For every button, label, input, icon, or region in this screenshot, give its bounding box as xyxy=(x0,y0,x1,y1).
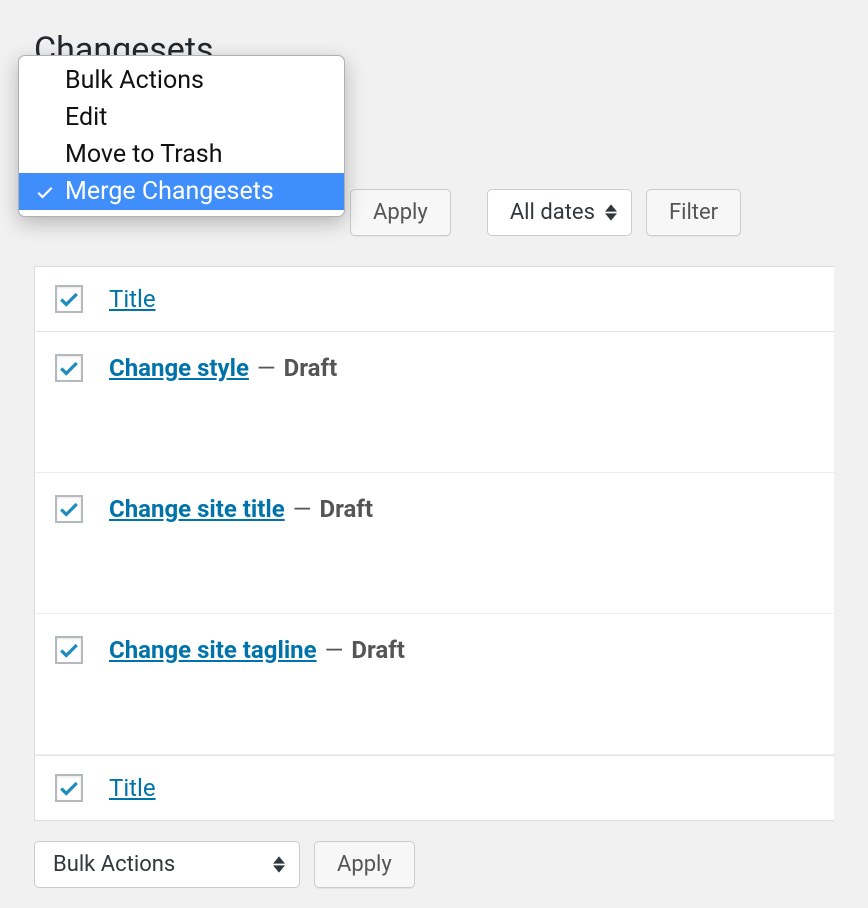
row-status: Draft xyxy=(351,636,405,664)
row-checkbox[interactable] xyxy=(55,354,83,382)
dropdown-option-label: Move to Trash xyxy=(65,140,222,169)
table-row: Change site title — Draft xyxy=(35,473,834,614)
row-status: Draft xyxy=(284,354,338,382)
row-separator: — xyxy=(257,354,276,382)
changeset-table: Title Change style — Draft Change site t… xyxy=(34,266,834,821)
table-row: Change site tagline — Draft xyxy=(35,614,834,755)
check-icon xyxy=(33,182,57,202)
select-all-checkbox-footer[interactable] xyxy=(55,774,83,802)
date-filter-label: All dates xyxy=(510,200,595,225)
dropdown-option-bulk-actions[interactable]: Bulk Actions xyxy=(19,62,344,99)
select-all-checkbox[interactable] xyxy=(55,285,83,313)
filter-button[interactable]: Filter xyxy=(646,189,741,236)
updown-icon xyxy=(273,856,285,873)
dropdown-option-label: Merge Changesets xyxy=(65,177,274,206)
table-header-row: Title xyxy=(35,267,834,332)
dropdown-option-move-to-trash[interactable]: Move to Trash xyxy=(19,136,344,173)
row-separator: — xyxy=(325,636,344,664)
dropdown-option-label: Edit xyxy=(65,103,107,132)
updown-icon xyxy=(605,204,617,221)
row-checkbox[interactable] xyxy=(55,636,83,664)
row-checkbox[interactable] xyxy=(55,495,83,523)
row-title-link[interactable]: Change site title xyxy=(109,495,285,523)
table-row: Change style — Draft xyxy=(35,332,834,473)
date-filter-select[interactable]: All dates xyxy=(487,189,632,236)
bulk-actions-select-bottom[interactable]: Bulk Actions xyxy=(34,841,300,888)
table-footer-row: Title xyxy=(35,755,834,821)
row-title-link[interactable]: Change site tagline xyxy=(109,636,317,664)
row-status: Draft xyxy=(319,495,373,523)
column-header-title[interactable]: Title xyxy=(109,285,156,313)
apply-button[interactable]: Apply xyxy=(350,189,451,236)
dropdown-option-merge-changesets[interactable]: Merge Changesets xyxy=(19,173,344,210)
column-footer-title[interactable]: Title xyxy=(109,774,156,802)
row-title-link[interactable]: Change style xyxy=(109,354,249,382)
row-separator: — xyxy=(293,495,312,523)
dropdown-option-edit[interactable]: Edit xyxy=(19,99,344,136)
bulk-actions-label: Bulk Actions xyxy=(53,852,175,877)
bulk-actions-dropdown[interactable]: Bulk Actions Edit Move to Trash Merge Ch… xyxy=(18,55,345,217)
dropdown-option-label: Bulk Actions xyxy=(65,66,204,95)
apply-button-bottom[interactable]: Apply xyxy=(314,841,415,888)
